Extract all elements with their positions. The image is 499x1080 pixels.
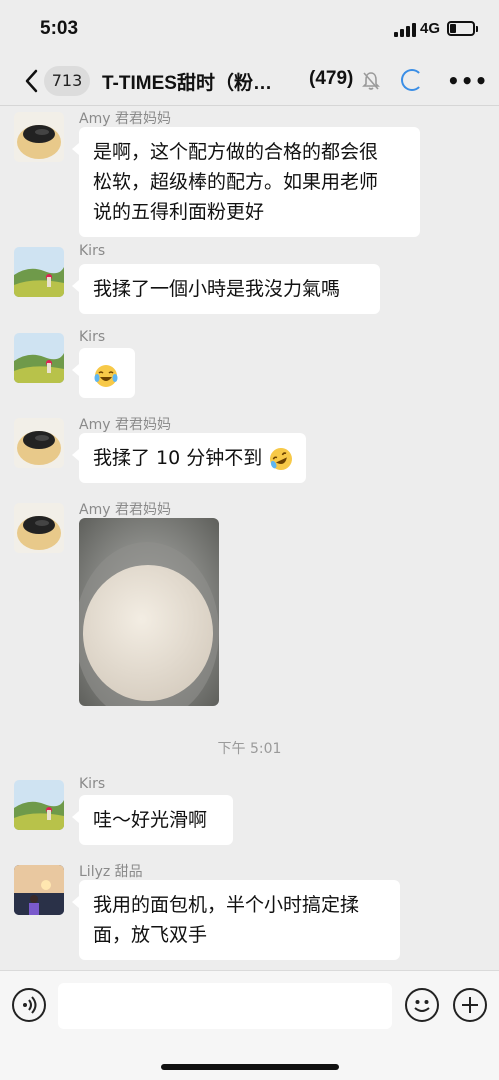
more-functions-button[interactable] [453, 988, 487, 1022]
unread-count-badge[interactable]: 713 [44, 66, 90, 96]
message-line: 哇～好光滑啊 [93, 809, 208, 831]
battery-icon [447, 21, 478, 36]
avatar[interactable] [14, 418, 64, 468]
laughing-tears-emoji-icon [94, 364, 118, 387]
sender-name: Kirs [79, 329, 106, 345]
status-bar: 5:03 4G [0, 0, 499, 58]
rolling-laughing-emoji-icon [270, 447, 293, 470]
network-type: 4G [420, 20, 441, 37]
avatar[interactable] [14, 247, 64, 297]
message-input[interactable] [58, 983, 392, 1029]
plus-icon [462, 997, 478, 1013]
message-bubble[interactable]: 是啊，这个配方做的合格的都会很 松软，超级棒的配方。如果用老师 说的五得利面粉更… [72, 127, 420, 237]
signal-icon [394, 23, 416, 37]
emoji-button[interactable] [405, 988, 439, 1022]
avatar[interactable] [14, 865, 64, 915]
avatar[interactable] [14, 333, 64, 383]
avatar[interactable] [14, 112, 64, 162]
message-bubble[interactable]: 我揉了一個小時是我沒力氣嗎 [72, 264, 380, 314]
message-line: 松软，超级棒的配方。如果用老师 [93, 171, 379, 193]
chat-title[interactable]: T-TIMES甜时（粉… [102, 68, 300, 95]
message-bubble[interactable]: 我用的面包机，半个小时搞定揉 面，放飞双手 [72, 880, 400, 960]
sender-name: Kirs [79, 776, 106, 792]
message-line: 我用的面包机，半个小时搞定揉 [93, 894, 360, 916]
message-line: 面，放飞双手 [93, 924, 208, 946]
mute-bell-icon [362, 72, 380, 90]
message-bubble[interactable] [72, 348, 135, 398]
avatar[interactable] [14, 503, 64, 553]
sender-name: Lilyz 甜品 [79, 864, 143, 880]
message-bubble[interactable]: 哇～好光滑啊 [72, 795, 233, 845]
sender-name: Amy 君君妈妈 [79, 502, 171, 518]
chat-header: 713 T-TIMES甜时（粉… (479) ••• [0, 58, 499, 106]
message-line: 是啊，这个配方做的合格的都会很 [93, 141, 379, 163]
message-line: 我揉了一個小時是我沒力氣嗎 [93, 278, 341, 300]
time-divider: 下午 5:01 [217, 741, 282, 757]
member-count: (479) [309, 68, 354, 89]
home-indicator [161, 1064, 339, 1070]
message-bubble[interactable]: 我揉了 10 分钟不到 [72, 433, 306, 483]
voice-icon [23, 996, 37, 1014]
smiley-icon [414, 1000, 430, 1012]
sender-name: Amy 君君妈妈 [79, 111, 171, 127]
back-icon[interactable] [22, 68, 44, 94]
message-line: 我揉了 10 分钟不到 [93, 447, 263, 469]
voice-input-button[interactable] [12, 988, 46, 1022]
sender-name: Kirs [79, 243, 106, 259]
message-line: 说的五得利面粉更好 [93, 201, 265, 223]
loading-spinner-icon [401, 69, 423, 91]
sender-name: Amy 君君妈妈 [79, 417, 171, 433]
dough-ball-photo[interactable] [79, 518, 219, 706]
status-time: 5:03 [40, 18, 79, 39]
more-options-icon[interactable]: ••• [447, 68, 487, 94]
avatar[interactable] [14, 780, 64, 830]
